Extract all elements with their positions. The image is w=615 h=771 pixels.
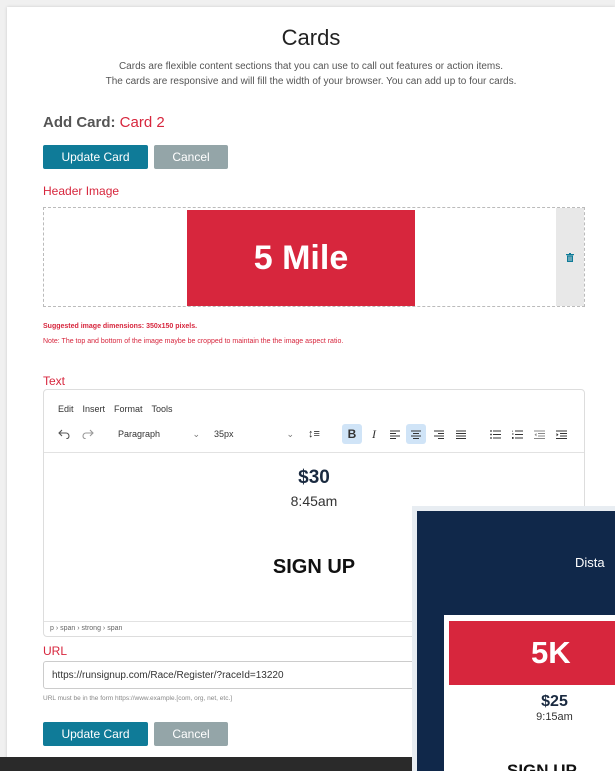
indent-button[interactable]	[552, 424, 570, 444]
delete-image-button[interactable]	[556, 208, 584, 306]
add-card-label: Add Card:	[43, 114, 116, 131]
indent-icon	[555, 430, 567, 439]
align-center-button[interactable]	[406, 424, 426, 444]
align-left-button[interactable]	[386, 424, 404, 444]
url-format-hint: URL must be in the form https://www.exam…	[43, 695, 233, 702]
menu-edit[interactable]: Edit	[58, 404, 74, 414]
cancel-button-top[interactable]: Cancel	[154, 145, 228, 169]
preview-section-title: Dista	[575, 555, 605, 570]
undo-icon	[58, 429, 70, 439]
editor-price-text: $30	[298, 467, 330, 488]
italic-button[interactable]: I	[366, 424, 382, 444]
header-image-preview: 5 Mile	[187, 210, 415, 306]
url-label: URL	[43, 644, 68, 658]
card-preview-panel: Dista 5K $25 9:15am SIGN UP	[412, 506, 615, 771]
numbered-list-icon	[511, 430, 523, 439]
italic-icon: I	[372, 426, 376, 441]
bullet-list-button[interactable]	[486, 424, 504, 444]
preview-card-price: $25	[541, 693, 568, 710]
redo-button[interactable]	[80, 424, 96, 444]
align-right-icon	[434, 430, 444, 439]
align-justify-button[interactable]	[452, 424, 470, 444]
element-path: p › span › strong › span	[50, 625, 123, 632]
line-height-button[interactable]: ↕≡	[302, 424, 326, 444]
editor-menubar: Edit Insert Format Tools	[58, 404, 173, 414]
numbered-list-button[interactable]	[508, 424, 526, 444]
subtitle-line-2: The cards are responsive and will fill t…	[105, 76, 517, 87]
card-name: Card 2	[119, 114, 165, 131]
line-height-icon: ↕≡	[308, 428, 320, 440]
bold-icon: B	[347, 427, 357, 441]
add-card-heading: Add Card: Card 2	[43, 114, 165, 131]
page-subtitle: Cards are flexible content sections that…	[7, 59, 615, 89]
outdent-icon	[533, 430, 545, 439]
chevron-down-icon: ⌄	[286, 428, 294, 439]
page-title: Cards	[281, 25, 341, 50]
url-input[interactable]	[43, 661, 443, 689]
outdent-button[interactable]	[530, 424, 548, 444]
editor-toolbar: Paragraph ⌄ 35px ⌄ ↕≡ B I	[52, 424, 582, 444]
update-card-button-bottom[interactable]: Update Card	[43, 722, 148, 746]
menu-format[interactable]: Format	[114, 404, 143, 414]
bullet-list-icon	[489, 429, 501, 439]
align-left-icon	[390, 430, 400, 439]
preview-card: 5K $25 9:15am SIGN UP	[444, 615, 615, 771]
trash-icon	[566, 252, 574, 262]
chevron-down-icon: ⌄	[192, 428, 200, 439]
bold-button[interactable]: B	[342, 424, 362, 444]
header-image-label: Header Image	[43, 184, 120, 198]
menu-insert[interactable]: Insert	[83, 404, 106, 414]
image-crop-note: Note: The top and bottom of the image ma…	[43, 338, 344, 345]
align-justify-icon	[456, 430, 466, 439]
update-card-button-top[interactable]: Update Card	[43, 145, 148, 169]
align-center-icon	[411, 430, 421, 439]
preview-card-signup[interactable]: SIGN UP	[507, 761, 577, 771]
block-format-value: Paragraph	[118, 429, 161, 439]
block-format-select[interactable]: Paragraph ⌄	[114, 424, 204, 444]
header-image-dropzone[interactable]: 5 Mile	[43, 207, 585, 307]
align-right-button[interactable]	[430, 424, 448, 444]
text-label: Text	[43, 374, 66, 388]
image-dimensions-hint: Suggested image dimensions: 350x150 pixe…	[43, 323, 198, 330]
cancel-button-bottom[interactable]: Cancel	[154, 722, 228, 746]
menu-tools[interactable]: Tools	[152, 404, 173, 414]
font-size-select[interactable]: 35px ⌄	[210, 424, 298, 444]
subtitle-line-1: Cards are flexible content sections that…	[118, 61, 504, 72]
redo-icon	[82, 429, 94, 439]
preview-card-time: 9:15am	[536, 711, 573, 723]
font-size-value: 35px	[214, 429, 234, 439]
undo-button[interactable]	[56, 424, 72, 444]
preview-card-banner: 5K	[449, 621, 615, 685]
